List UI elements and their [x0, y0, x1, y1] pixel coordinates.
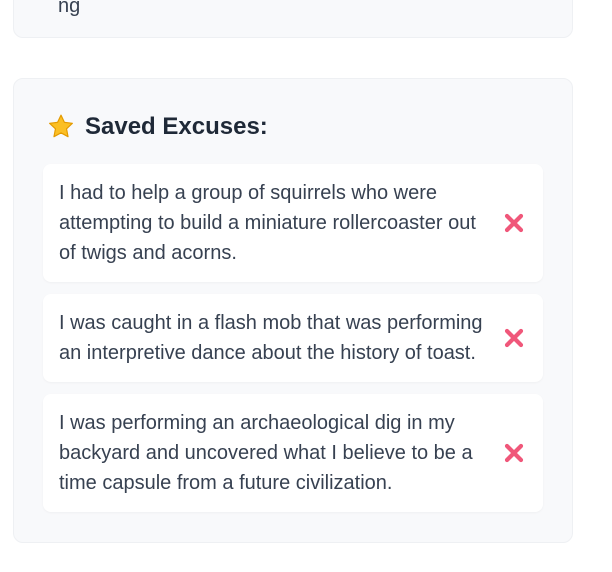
cross-mark-icon [504, 443, 524, 463]
saved-excuse-text: I was caught in a flash mob that was per… [59, 312, 483, 364]
previous-card-text: ng [58, 0, 81, 17]
previous-card: ng [13, 0, 573, 38]
saved-excuses-header: Saved Excuses: [47, 111, 268, 143]
remove-excuse-button[interactable] [501, 325, 527, 351]
star-icon [47, 113, 75, 141]
saved-excuses-panel: Saved Excuses: I had to help a group of … [13, 78, 573, 543]
remove-excuse-button[interactable] [501, 210, 527, 236]
page: ng Saved Excuses: I had to help a group … [0, 0, 612, 572]
saved-excuse-text: I was performing an archaeological dig i… [59, 412, 473, 494]
remove-excuse-button[interactable] [501, 440, 527, 466]
saved-excuse-text: I had to help a group of squirrels who w… [59, 182, 476, 264]
cross-mark-icon [504, 213, 524, 233]
cross-mark-icon [504, 328, 524, 348]
saved-excuses-title: Saved Excuses: [85, 113, 268, 140]
saved-excuse-item: I was caught in a flash mob that was per… [43, 294, 543, 382]
saved-excuse-item: I had to help a group of squirrels who w… [43, 164, 543, 282]
saved-excuse-item: I was performing an archaeological dig i… [43, 394, 543, 512]
